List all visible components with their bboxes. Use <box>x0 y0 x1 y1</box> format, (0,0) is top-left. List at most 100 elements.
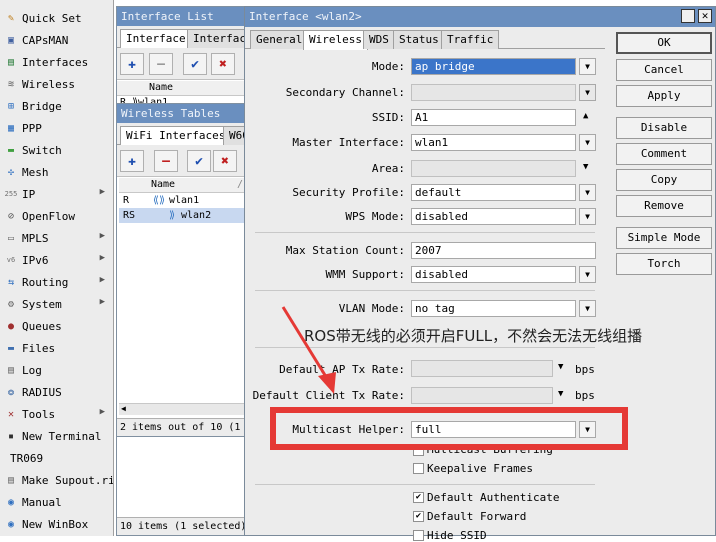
disable-button[interactable]: ✖ <box>211 53 235 75</box>
max-station-count-input[interactable]: 2007 <box>411 242 596 259</box>
remove-button[interactable]: — <box>154 150 178 172</box>
cancel-button[interactable]: Cancel <box>616 59 712 81</box>
sidebar-item-label: Mesh <box>22 165 49 179</box>
tab-traffic[interactable]: Traffic <box>441 30 500 49</box>
default-ap-tx-rate-field[interactable] <box>411 360 553 377</box>
default-forward-checkbox[interactable]: ✔ <box>413 511 424 522</box>
sidebar-item-new-winbox[interactable]: ◉ New WinBox <box>0 513 113 535</box>
master-interface-dropdown-icon[interactable]: ▼ <box>579 134 596 151</box>
vlan-mode-dropdown-icon[interactable]: ▼ <box>579 300 596 317</box>
disable-button[interactable]: ✖ <box>213 150 237 172</box>
wps-mode-dropdown-icon[interactable]: ▼ <box>579 208 596 225</box>
sidebar-item-label: Wireless <box>22 77 75 91</box>
mode-label: Mode: <box>371 60 405 73</box>
sidebar-item-wireless[interactable]: ≋ Wireless <box>0 73 113 95</box>
sidebar-item-routing[interactable]: ⇆ Routing ▶ <box>0 271 113 293</box>
tab-wireless[interactable]: Wireless <box>303 30 368 50</box>
close-icon[interactable]: ✕ <box>698 9 712 23</box>
sidebar-item-label: New WinBox <box>22 517 89 531</box>
comment-button[interactable]: Comment <box>616 143 712 165</box>
sidebar-item-ipv6[interactable]: v6 IPv6 ▶ <box>0 249 113 271</box>
ap-tx-rate-dropdown-icon[interactable]: ▼ <box>558 362 563 372</box>
keepalive-frames-label: Keepalive Frames <box>427 462 533 475</box>
default-authenticate-checkbox[interactable]: ✔ <box>413 492 424 503</box>
tab-w60[interactable]: W60 <box>223 126 245 145</box>
copy-button[interactable]: Copy <box>616 169 712 191</box>
sidebar-item-manual[interactable]: ◉ Manual <box>0 491 113 513</box>
security-profile-dropdown-icon[interactable]: ▼ <box>579 184 596 201</box>
horizontal-scrollbar[interactable]: ◀ <box>119 403 245 415</box>
ssid-input[interactable]: A1 <box>411 109 576 126</box>
tab-wifi-interfaces[interactable]: WiFi Interfaces <box>120 126 232 146</box>
vlan-mode-select[interactable]: no tag <box>411 300 576 317</box>
sidebar-item-radius[interactable]: ❂ RADIUS <box>0 381 113 403</box>
sidebar-item-bridge[interactable]: ⊞ Bridge <box>0 95 113 117</box>
wps-mode-select[interactable]: disabled <box>411 208 576 225</box>
torch-button[interactable]: Torch <box>616 253 712 275</box>
sidebar-item-ip[interactable]: 255 IP ▶ <box>0 183 113 205</box>
disable-button[interactable]: Disable <box>616 117 712 139</box>
sidebar-item-label: Switch <box>22 143 62 157</box>
default-client-tx-rate-label: Default Client Tx Rate: <box>252 389 405 402</box>
sidebar-item-system[interactable]: ⚙ System ▶ <box>0 293 113 315</box>
sidebar-item-ppp[interactable]: ▦ PPP <box>0 117 113 139</box>
sidebar-item-label: Make Supout.rif <box>22 473 113 487</box>
sidebar-item-quick-set[interactable]: ✎ Quick Set <box>0 7 113 29</box>
tab-wds[interactable]: WDS <box>363 30 395 49</box>
tab-interface-2[interactable]: Interface <box>187 29 245 48</box>
default-client-tx-rate-field[interactable] <box>411 387 553 404</box>
sidebar-item-openflow[interactable]: ⊘ OpenFlow <box>0 205 113 227</box>
sidebar-item-interfaces[interactable]: ▤ Interfaces <box>0 51 113 73</box>
simple-mode-button[interactable]: Simple Mode <box>616 227 712 249</box>
sidebar-item-mpls[interactable]: ▭ MPLS ▶ <box>0 227 113 249</box>
enable-button[interactable]: ✔ <box>187 150 211 172</box>
add-button[interactable]: ✚ <box>120 53 144 75</box>
dialog-tabs: General Wireless WDS Status Traffic <box>245 27 605 50</box>
mode-dropdown-icon[interactable]: ▼ <box>579 58 596 75</box>
add-button[interactable]: ✚ <box>120 150 144 172</box>
wireless-link-icon: ⟪⟫ <box>153 195 166 206</box>
wireless-icon: ≋ <box>7 78 15 90</box>
sidebar-item-log[interactable]: ▤ Log <box>0 359 113 381</box>
mesh-icon: ✣ <box>7 166 15 178</box>
sidebar-item-make-supout-rif[interactable]: ▤ Make Supout.rif <box>0 469 113 491</box>
sidebar-item-queues[interactable]: ● Queues <box>0 315 113 337</box>
wmm-support-select[interactable]: disabled <box>411 266 576 283</box>
security-profile-label: Security Profile: <box>292 186 405 199</box>
sidebar-item-label: New Terminal <box>22 429 102 443</box>
remove-button[interactable]: — <box>149 53 173 75</box>
table-row-selected[interactable]: RS ⟫ wlan2 <box>119 208 245 223</box>
sidebar-item-tr069[interactable]: TR069 <box>0 447 113 469</box>
client-tx-rate-dropdown-icon[interactable]: ▼ <box>558 389 563 399</box>
sidebar-item-label: OpenFlow <box>22 209 75 223</box>
tab-general[interactable]: General <box>250 30 309 49</box>
enable-button[interactable]: ✔ <box>183 53 207 75</box>
maximize-icon[interactable] <box>681 9 695 23</box>
sidebar-item-label: Queues <box>22 319 62 333</box>
master-interface-select[interactable]: wlan1 <box>411 134 576 151</box>
mode-select[interactable]: ap bridge <box>411 58 576 75</box>
wmm-support-dropdown-icon[interactable]: ▼ <box>579 266 596 283</box>
ok-button[interactable]: OK <box>616 32 712 54</box>
secondary-channel-field[interactable] <box>411 84 576 101</box>
secondary-channel-dropdown-icon[interactable]: ▼ <box>579 84 596 101</box>
keepalive-frames-checkbox[interactable] <box>413 463 424 474</box>
sidebar-item-switch[interactable]: ▬ Switch <box>0 139 113 161</box>
sidebar-item-capsman[interactable]: ▣ CAPsMAN <box>0 29 113 51</box>
tab-status[interactable]: Status <box>393 30 445 49</box>
security-profile-select[interactable]: default <box>411 184 576 201</box>
wmm-support-label: WMM Support: <box>325 268 405 281</box>
sidebar-item-tools[interactable]: ✕ Tools ▶ <box>0 403 113 425</box>
tab-interface[interactable]: Interface <box>120 29 192 49</box>
ssid-expand-icon[interactable]: ▲ <box>583 111 588 121</box>
area-field[interactable] <box>411 160 576 177</box>
wireless-tables-status: 2 items out of 10 (1 <box>117 418 245 436</box>
sidebar-item-files[interactable]: ▬ Files <box>0 337 113 359</box>
sidebar-item-mesh[interactable]: ✣ Mesh <box>0 161 113 183</box>
apply-button[interactable]: Apply <box>616 85 712 107</box>
table-row[interactable]: R ⟪⟫ wlan1 <box>119 193 245 208</box>
sidebar-item-new-terminal[interactable]: ▪ New Terminal <box>0 425 113 447</box>
default-authenticate-label: Default Authenticate <box>427 491 560 504</box>
area-expand-icon[interactable]: ▼ <box>583 162 588 172</box>
remove-button[interactable]: Remove <box>616 195 712 217</box>
